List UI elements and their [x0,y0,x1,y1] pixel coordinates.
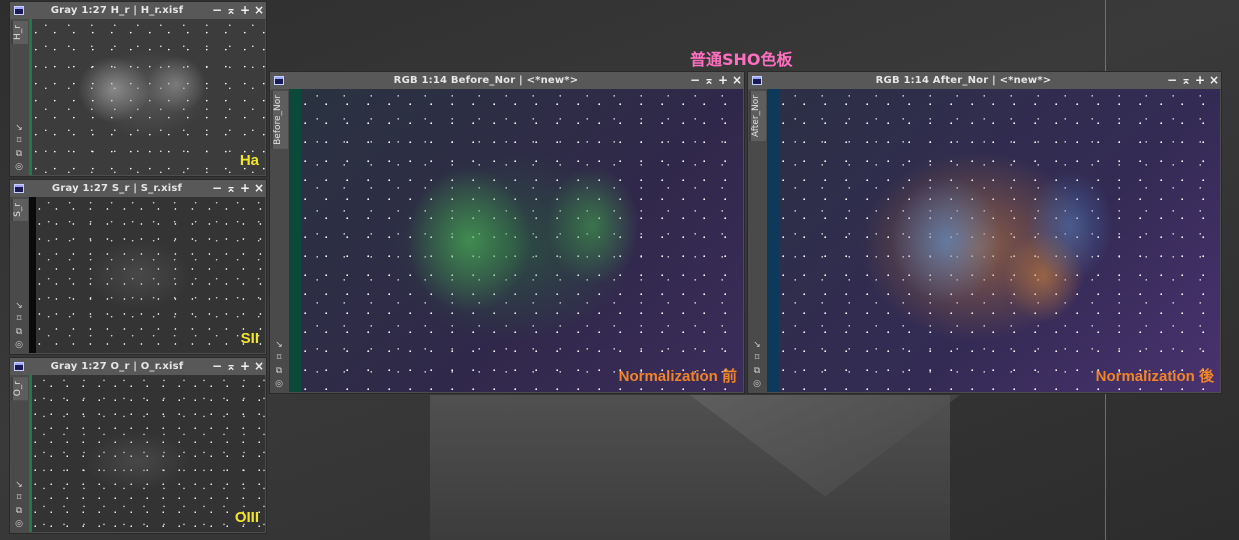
background-shape [430,395,950,540]
window-menu-icon[interactable] [274,76,284,85]
image-window-o[interactable]: Gray 1:27 O_r | O_r.xisf − ⌅ + × O_r ↘ ⌑… [9,357,267,534]
target-icon[interactable]: ◎ [274,379,284,389]
minimize-icon[interactable]: − [1165,72,1179,89]
tool-stack: ↘ ⌑ ⧉ ◎ [14,301,24,350]
view-tab[interactable]: H_r [11,21,28,44]
target-icon[interactable]: ◎ [14,340,24,350]
shade-icon[interactable]: ⌅ [1179,72,1193,89]
clone-icon[interactable]: ⧉ [14,506,24,516]
clone-icon[interactable]: ⧉ [274,366,284,376]
crop-icon[interactable]: ⌑ [752,353,762,363]
window-sidebar: Before_Nor ↘ ⌑ ⧉ ◎ [270,89,289,393]
minimize-icon[interactable]: − [210,358,224,375]
window-sidebar: S_r ↘ ⌑ ⧉ ◎ [10,197,29,354]
window-titlebar[interactable]: RGB 1:14 After_Nor | <*new*> − ⌅ + × [748,72,1221,89]
shade-icon[interactable]: ⌅ [224,2,238,19]
image-canvas[interactable]: Ha [32,19,265,175]
image-canvas[interactable]: Normalization 前 [301,89,743,392]
maximize-icon[interactable]: + [238,358,252,375]
target-icon[interactable]: ◎ [14,519,24,529]
crop-icon[interactable]: ⌑ [274,353,284,363]
target-icon[interactable]: ◎ [752,379,762,389]
close-icon[interactable]: × [252,180,266,197]
maximize-icon[interactable]: + [238,180,252,197]
image-label: Normalization 前 [618,368,737,385]
tool-stack: ↘ ⌑ ⧉ ◎ [14,123,24,172]
window-sidebar: After_Nor ↘ ⌑ ⧉ ◎ [748,89,767,393]
image-label: Ha [239,152,259,169]
view-strip [767,89,779,392]
close-icon[interactable]: × [1207,72,1221,89]
window-title: RGB 1:14 After_Nor | <*new*> [875,75,1052,86]
crop-icon[interactable]: ⌑ [14,136,24,146]
arrow-icon[interactable]: ↘ [14,480,24,490]
crop-icon[interactable]: ⌑ [14,493,24,503]
image-canvas[interactable]: SII [36,197,265,353]
annotation-header: 普通SHO色板 [690,50,793,69]
tool-stack: ↘ ⌑ ⧉ ◎ [14,480,24,529]
background-chevron [690,395,960,497]
minimize-icon[interactable]: − [210,2,224,19]
clone-icon[interactable]: ⧉ [14,149,24,159]
clone-icon[interactable]: ⧉ [14,327,24,337]
window-titlebar[interactable]: RGB 1:14 Before_Nor | <*new*> − ⌅ + × [270,72,744,89]
close-icon[interactable]: × [730,72,744,89]
shade-icon[interactable]: ⌅ [702,72,716,89]
window-title: Gray 1:27 S_r | S_r.xisf [51,183,183,194]
window-title: RGB 1:14 Before_Nor | <*new*> [393,75,579,86]
view-tab[interactable]: S_r [11,199,28,221]
image-window-before[interactable]: RGB 1:14 Before_Nor | <*new*> − ⌅ + × Be… [269,71,745,394]
close-icon[interactable]: × [252,2,266,19]
maximize-icon[interactable]: + [716,72,730,89]
view-tab[interactable]: After_Nor [749,91,766,142]
view-tab[interactable]: Before_Nor [271,91,288,149]
shade-icon[interactable]: ⌅ [224,358,238,375]
window-sidebar: O_r ↘ ⌑ ⧉ ◎ [10,375,29,533]
target-icon[interactable]: ◎ [14,162,24,172]
window-titlebar[interactable]: Gray 1:27 H_r | H_r.xisf − ⌅ + × [10,2,266,19]
image-window-s[interactable]: Gray 1:27 S_r | S_r.xisf − ⌅ + × S_r ↘ ⌑… [9,179,267,355]
view-strip [289,89,301,392]
image-label: OIII [234,509,259,526]
window-titlebar[interactable]: Gray 1:27 O_r | O_r.xisf − ⌅ + × [10,358,266,375]
window-title: Gray 1:27 H_r | H_r.xisf [50,5,184,16]
minimize-icon[interactable]: − [210,180,224,197]
maximize-icon[interactable]: + [1193,72,1207,89]
minimize-icon[interactable]: − [688,72,702,89]
window-title: Gray 1:27 O_r | O_r.xisf [50,361,184,372]
image-window-h[interactable]: Gray 1:27 H_r | H_r.xisf − ⌅ + × H_r ↘ ⌑… [9,1,267,177]
arrow-icon[interactable]: ↘ [14,301,24,311]
close-icon[interactable]: × [252,358,266,375]
image-label: Normalization 後 [1095,368,1214,385]
window-menu-icon[interactable] [14,6,24,15]
image-canvas[interactable]: OIII [32,375,265,532]
window-sidebar: H_r ↘ ⌑ ⧉ ◎ [10,19,29,176]
clone-icon[interactable]: ⧉ [752,366,762,376]
window-menu-icon[interactable] [752,76,762,85]
arrow-icon[interactable]: ↘ [274,340,284,350]
crop-icon[interactable]: ⌑ [14,314,24,324]
window-menu-icon[interactable] [14,362,24,371]
view-tab[interactable]: O_r [11,377,28,401]
tool-stack: ↘ ⌑ ⧉ ◎ [274,340,284,389]
arrow-icon[interactable]: ↘ [14,123,24,133]
image-label: SII [240,330,259,347]
window-menu-icon[interactable] [14,184,24,193]
tool-stack: ↘ ⌑ ⧉ ◎ [752,340,762,389]
shade-icon[interactable]: ⌅ [224,180,238,197]
window-titlebar[interactable]: Gray 1:27 S_r | S_r.xisf − ⌅ + × [10,180,266,197]
arrow-icon[interactable]: ↘ [752,340,762,350]
view-strip [29,197,36,353]
image-canvas[interactable]: Normalization 後 [779,89,1220,392]
image-window-after[interactable]: RGB 1:14 After_Nor | <*new*> − ⌅ + × Aft… [747,71,1222,394]
maximize-icon[interactable]: + [238,2,252,19]
